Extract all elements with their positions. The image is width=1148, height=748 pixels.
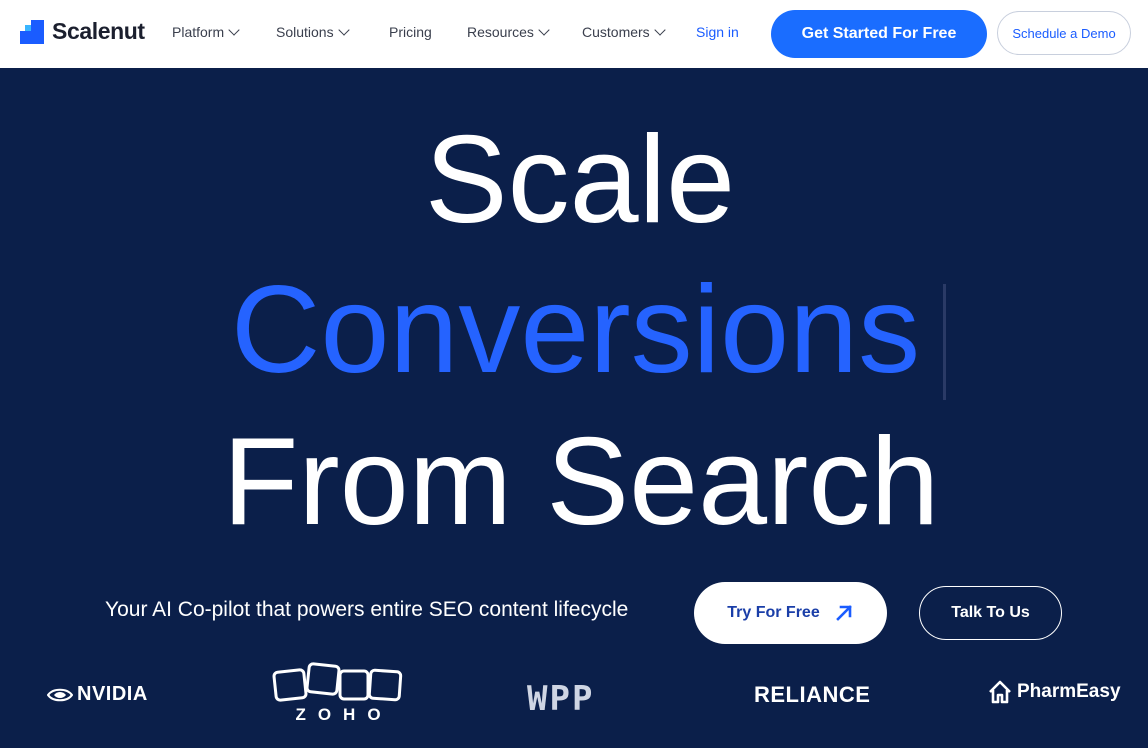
pharmeasy-logo: PharmEasy: [987, 679, 1121, 705]
hero-headline-line1: Scale: [424, 111, 736, 249]
sign-in-link[interactable]: Sign in: [696, 24, 739, 40]
nav-item-label: Customers: [582, 24, 650, 40]
nvidia-logo: NVIDIA: [47, 683, 148, 706]
scalenut-logo[interactable]: Scalenut: [20, 18, 145, 45]
arrow-up-right-icon: [835, 605, 852, 621]
typing-cursor: [943, 284, 946, 400]
try-for-free-button[interactable]: Try For Free: [694, 582, 887, 644]
chevron-down-icon: [654, 23, 666, 36]
nav-item-label: Platform: [172, 24, 225, 40]
zoho-logo: ZOHO: [272, 661, 404, 725]
try-for-free-label: Try For Free: [727, 604, 820, 621]
chevron-down-icon: [538, 23, 550, 36]
nav-item-resources[interactable]: Resources: [467, 23, 550, 40]
nav-item-label: Pricing: [389, 24, 432, 40]
zoho-wordmark: ZOHO: [295, 705, 393, 724]
reliance-logo: RELIANCE: [754, 682, 871, 707]
customer-logos: NVIDIA ZOHO WPP RELIANCE PharmEasy: [0, 655, 1148, 748]
nvidia-eye-icon: [47, 688, 73, 701]
hero-headline-line2: Conversions: [230, 261, 921, 399]
pharmeasy-house-icon: [989, 680, 1011, 704]
scalenut-logo-icon: [20, 19, 44, 44]
zoho-squares-icon: [272, 662, 403, 702]
wpp-logo: WPP: [527, 679, 595, 719]
nav-item-label: Solutions: [276, 24, 334, 40]
nav-item-customers[interactable]: Customers: [582, 23, 666, 40]
talk-to-us-button[interactable]: Talk To Us: [919, 586, 1062, 640]
schedule-demo-button[interactable]: Schedule a Demo: [997, 11, 1131, 55]
nvidia-wordmark: NVIDIA: [77, 683, 148, 705]
nav-item-platform[interactable]: Platform: [172, 23, 240, 40]
chevron-down-icon: [228, 23, 240, 36]
brand-name: Scalenut: [52, 18, 145, 44]
chevron-down-icon: [337, 23, 350, 36]
nav-item-label: Resources: [467, 24, 534, 40]
nav-item-solutions[interactable]: Solutions: [276, 23, 350, 40]
hero-tagline: Your AI Co-pilot that powers entire SEO …: [105, 598, 629, 621]
pharmeasy-wordmark: PharmEasy: [1017, 681, 1121, 702]
nav-item-pricing[interactable]: Pricing: [389, 24, 432, 40]
get-started-button[interactable]: Get Started For Free: [771, 10, 987, 58]
top-navbar: Scalenut Platform Solutions Pricing Reso…: [0, 0, 1148, 68]
hero-headline-line3: From Search: [222, 413, 940, 551]
